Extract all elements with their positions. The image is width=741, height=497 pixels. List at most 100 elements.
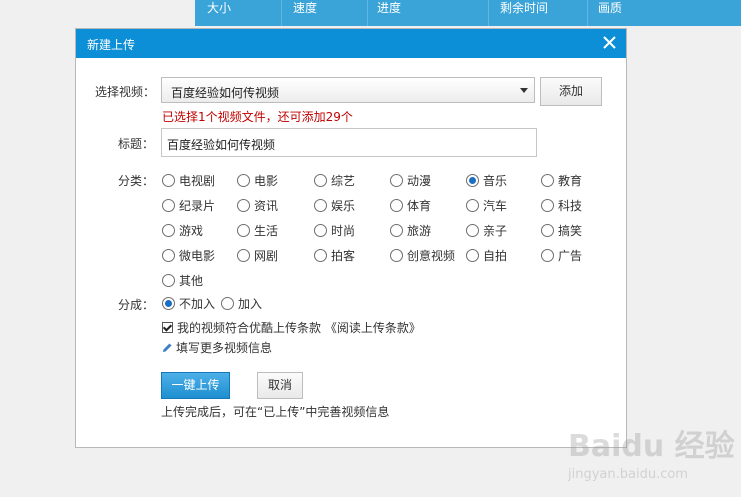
watermark-url: jingyan.baidu.com (567, 467, 688, 482)
radio-icon (541, 173, 554, 187)
radio-icon (390, 173, 403, 187)
radio-icon (237, 248, 250, 262)
column-divider (488, 0, 489, 26)
category-option[interactable]: 资讯 (237, 196, 278, 214)
pencil-icon (163, 343, 172, 352)
terms-label[interactable]: 我的视频符合优酷上传条款 《阅读上传条款》 (177, 319, 421, 336)
radio-icon (466, 173, 479, 187)
watermark-brand: Baidu 经验 (568, 429, 735, 464)
category-option[interactable]: 网剧 (237, 246, 278, 264)
add-button[interactable]: 添加 (540, 77, 602, 106)
category-option-label: 游戏 (179, 223, 204, 238)
one-click-upload-button[interactable]: 一键上传 (161, 372, 230, 399)
category-label: 分类： (118, 174, 155, 188)
category-option-label: 电视剧 (179, 173, 216, 188)
column-divider (367, 0, 368, 26)
radio-icon (314, 248, 327, 262)
category-option[interactable]: 科技 (541, 196, 582, 214)
category-option[interactable]: 电视剧 (162, 171, 215, 189)
radio-icon (162, 223, 175, 237)
category-option[interactable]: 教育 (541, 171, 582, 189)
close-icon[interactable] (601, 34, 618, 51)
radio-icon (466, 223, 479, 237)
category-option[interactable]: 汽车 (466, 196, 507, 214)
category-option[interactable]: 其他 (162, 271, 203, 289)
radio-icon (314, 198, 327, 212)
terms-checkbox-row[interactable]: 我的视频符合优酷上传条款 《阅读上传条款》 (162, 319, 421, 336)
category-option[interactable]: 拍客 (314, 246, 355, 264)
category-option-label: 电影 (254, 173, 279, 188)
category-option-label: 搞笑 (558, 223, 583, 238)
radio-icon (314, 173, 327, 187)
select-video-label: 选择视频： (95, 85, 156, 99)
category-option-label: 音乐 (483, 173, 508, 188)
column-size[interactable]: 大小 (207, 0, 231, 26)
terms-checkbox[interactable] (162, 322, 173, 333)
category-option-label: 资讯 (254, 198, 279, 213)
radio-icon (466, 198, 479, 212)
dialog-titlebar[interactable]: 新建上传 (76, 29, 626, 58)
category-option[interactable]: 搞笑 (541, 221, 582, 239)
title-input[interactable]: 百度经验如何传视频 (161, 128, 537, 157)
dialog-title: 新建上传 (87, 38, 136, 52)
category-option-label: 娱乐 (331, 198, 356, 213)
category-option-label: 纪录片 (179, 198, 216, 213)
radio-icon (237, 223, 250, 237)
category-option[interactable]: 娱乐 (314, 196, 355, 214)
category-option[interactable]: 创意视频 (390, 246, 455, 264)
category-option[interactable]: 旅游 (390, 221, 431, 239)
share-option-no[interactable]: 不加入 (162, 294, 215, 312)
baidu-jingyan-watermark: Baidu 经验 jingyan.baidu.com (567, 429, 735, 482)
category-option[interactable]: 综艺 (314, 171, 355, 189)
category-option[interactable]: 生活 (237, 221, 278, 239)
selected-video-value: 百度经验如何传视频 (171, 86, 280, 100)
category-option-label: 广告 (558, 248, 583, 263)
column-progress[interactable]: 进度 (377, 0, 401, 26)
category-option-label: 体育 (407, 198, 432, 213)
category-option-label: 自拍 (483, 248, 508, 263)
video-select[interactable]: 百度经验如何传视频 (161, 77, 535, 103)
share-option-yes[interactable]: 加入 (221, 294, 262, 312)
radio-icon (162, 173, 175, 187)
radio-icon (390, 248, 403, 262)
category-option[interactable]: 时尚 (314, 221, 355, 239)
category-option-label: 教育 (558, 173, 583, 188)
selection-hint: 已选择1个视频文件，还可添加29个 (162, 110, 353, 124)
category-option-label: 创意视频 (407, 248, 456, 263)
title-label: 标题： (118, 137, 155, 151)
radio-icon (314, 223, 327, 237)
category-option-label: 综艺 (331, 173, 356, 188)
category-option[interactable]: 自拍 (466, 246, 507, 264)
more-info-label: 填写更多视频信息 (176, 341, 273, 355)
column-remaining-time[interactable]: 剩余时间 (500, 0, 548, 26)
category-option[interactable]: 体育 (390, 196, 431, 214)
share-option-label: 不加入 (179, 296, 216, 311)
more-info-link[interactable]: 填写更多视频信息 (162, 339, 272, 356)
category-option[interactable]: 纪录片 (162, 196, 215, 214)
category-option[interactable]: 亲子 (466, 221, 507, 239)
category-option-label: 微电影 (179, 248, 216, 263)
radio-icon (162, 198, 175, 212)
share-option-label: 加入 (238, 296, 263, 311)
radio-icon (237, 173, 250, 187)
category-option[interactable]: 音乐 (466, 171, 507, 189)
radio-icon (541, 198, 554, 212)
new-upload-dialog: 新建上传 选择视频： 百度经验如何传视频 添加 已选择1个视频文件，还可添加29… (75, 28, 627, 448)
category-option[interactable]: 微电影 (162, 246, 215, 264)
category-option[interactable]: 动漫 (390, 171, 431, 189)
radio-icon (221, 296, 234, 310)
column-speed[interactable]: 速度 (293, 0, 317, 26)
title-input-value: 百度经验如何传视频 (167, 138, 276, 152)
radio-icon (162, 273, 175, 287)
category-option-label: 动漫 (407, 173, 432, 188)
radio-icon (541, 248, 554, 262)
category-option[interactable]: 电影 (237, 171, 278, 189)
category-option[interactable]: 广告 (541, 246, 582, 264)
category-option-label: 网剧 (254, 248, 279, 263)
category-option[interactable]: 游戏 (162, 221, 203, 239)
column-quality[interactable]: 画质 (598, 0, 622, 26)
radio-icon (390, 223, 403, 237)
category-option-label: 亲子 (483, 223, 508, 238)
cancel-button[interactable]: 取消 (257, 372, 303, 399)
category-option-label: 其他 (179, 273, 204, 288)
